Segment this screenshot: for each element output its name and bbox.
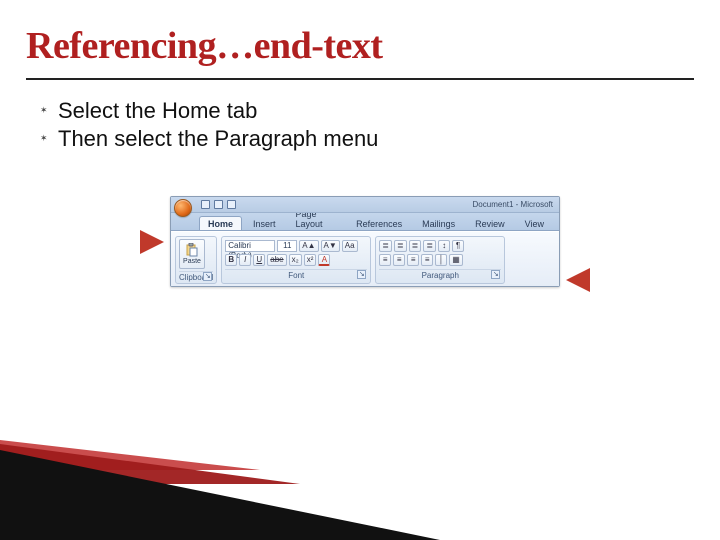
indent-button[interactable]: ≣ bbox=[423, 240, 436, 252]
paragraph-launcher-icon[interactable]: ↘ bbox=[491, 270, 500, 279]
qat-save-icon[interactable] bbox=[201, 200, 210, 209]
tab-review[interactable]: Review bbox=[466, 216, 514, 230]
align-right-button[interactable]: ≡ bbox=[407, 254, 419, 266]
qat-undo-icon[interactable] bbox=[214, 200, 223, 209]
paste-label: Paste bbox=[183, 258, 201, 265]
italic-button[interactable]: I bbox=[239, 254, 251, 266]
align-left-button[interactable]: ≡ bbox=[379, 254, 391, 266]
group-label-clipboard: Clipboard ↘ bbox=[179, 271, 213, 282]
tab-mailings[interactable]: Mailings bbox=[413, 216, 464, 230]
numbering-button[interactable]: ≣ bbox=[394, 240, 407, 252]
bold-button[interactable]: B bbox=[225, 254, 237, 266]
tab-home[interactable]: Home bbox=[199, 216, 242, 230]
callout-arrow-right bbox=[566, 268, 590, 292]
font-size-select[interactable]: 11 bbox=[277, 240, 297, 252]
ribbon-tabs: Home Insert Page Layout References Maili… bbox=[171, 213, 559, 231]
group-label-font: Font ↘ bbox=[225, 269, 367, 280]
clipboard-launcher-icon[interactable]: ↘ bbox=[203, 272, 212, 281]
sort-button[interactable]: ↕ bbox=[438, 240, 450, 252]
tab-insert[interactable]: Insert bbox=[244, 216, 285, 230]
group-clipboard: Paste Clipboard ↘ bbox=[175, 236, 217, 284]
font-launcher-icon[interactable]: ↘ bbox=[357, 270, 366, 279]
quick-access-toolbar bbox=[201, 200, 236, 209]
strike-button[interactable]: abe bbox=[267, 254, 286, 266]
group-font: Calibri (Body) 11 A▲ A▼ Aa B I U abe x₂ … bbox=[221, 236, 371, 284]
change-case-button[interactable]: Aa bbox=[342, 240, 358, 252]
font-color-button[interactable]: A bbox=[318, 254, 330, 266]
underline-button[interactable]: U bbox=[253, 254, 265, 266]
decorative-wedge bbox=[0, 450, 440, 540]
tab-references[interactable]: References bbox=[347, 216, 411, 230]
bullet-item: Then select the Paragraph menu bbox=[40, 126, 378, 152]
ribbon-container: Document1 - Microsoft Home Insert Page L… bbox=[140, 196, 590, 287]
window-titlebar: Document1 - Microsoft bbox=[171, 197, 559, 213]
window-title-text: Document1 - Microsoft bbox=[473, 200, 553, 209]
font-family-select[interactable]: Calibri (Body) bbox=[225, 240, 275, 252]
slide-title: Referencing…end-text bbox=[26, 24, 383, 68]
callout-arrow-left bbox=[140, 230, 164, 254]
group-label-paragraph: Paragraph ↘ bbox=[379, 269, 501, 280]
bullet-item: Select the Home tab bbox=[40, 98, 378, 124]
ribbon-groups: Paste Clipboard ↘ Calibri (Body) 11 A▲ A… bbox=[171, 231, 559, 286]
align-center-button[interactable]: ≡ bbox=[393, 254, 405, 266]
shrink-font-button[interactable]: A▼ bbox=[321, 240, 340, 252]
office-button[interactable] bbox=[174, 199, 192, 217]
tab-view[interactable]: View bbox=[516, 216, 553, 230]
line-spacing-button[interactable]: │ bbox=[435, 254, 447, 266]
show-marks-button[interactable]: ¶ bbox=[452, 240, 464, 252]
grow-font-button[interactable]: A▲ bbox=[299, 240, 318, 252]
word-ribbon: Document1 - Microsoft Home Insert Page L… bbox=[170, 196, 560, 287]
multilevel-button[interactable]: ≣ bbox=[409, 240, 422, 252]
paste-button[interactable]: Paste bbox=[179, 239, 205, 269]
group-paragraph: ≣ ≣ ≣ ≣ ↕ ¶ ≡ ≡ ≡ ≡ │ ▦ Paragraph bbox=[375, 236, 505, 284]
superscript-button[interactable]: x² bbox=[304, 254, 317, 266]
qat-redo-icon[interactable] bbox=[227, 200, 236, 209]
title-rule bbox=[26, 78, 694, 80]
bullet-list: Select the Home tab Then select the Para… bbox=[40, 96, 378, 154]
subscript-button[interactable]: x₂ bbox=[289, 254, 302, 266]
bullets-button[interactable]: ≣ bbox=[379, 240, 392, 252]
justify-button[interactable]: ≡ bbox=[421, 254, 433, 266]
shading-button[interactable]: ▦ bbox=[449, 254, 463, 266]
